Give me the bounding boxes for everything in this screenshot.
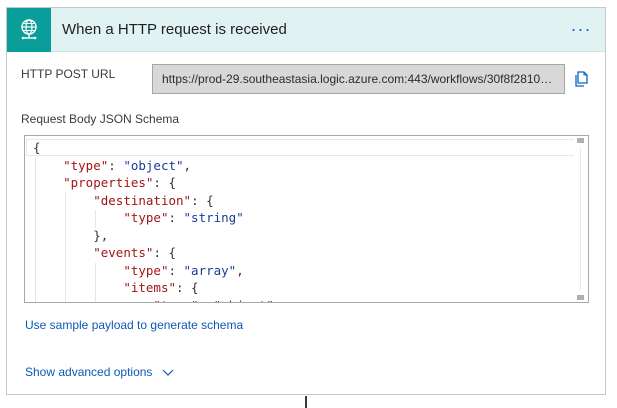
code-token: "type": [153, 298, 198, 303]
code-token: : {: [153, 175, 176, 190]
copy-url-button[interactable]: [572, 69, 592, 89]
schema-code-editor[interactable]: { "type": "object", "properties": { "des…: [24, 135, 589, 303]
code-token: "items": [123, 280, 176, 295]
code-line: "type": "object",: [33, 157, 281, 175]
scrollbar-track: [580, 148, 581, 290]
code-token: "properties": [63, 175, 154, 190]
code-token: : {: [153, 245, 177, 260]
code-token: "array": [183, 262, 237, 278]
code-line: "type": "string": [33, 209, 281, 227]
code-token: ,: [183, 157, 192, 173]
request-body-schema-label: Request Body JSON Schema: [21, 112, 180, 126]
code-token: "type": [123, 262, 169, 278]
code-line: "properties": {: [33, 174, 281, 192]
http-post-url-field[interactable]: https://prod-29.southeastasia.logic.azur…: [152, 64, 565, 94]
code-token: :: [168, 262, 184, 278]
code-token: : {: [191, 192, 214, 208]
code-token: :: [168, 210, 184, 225]
trigger-title: When a HTTP request is received: [62, 21, 287, 38]
code-token: "object": [123, 157, 184, 173]
code-line: "type": "object",: [33, 297, 282, 303]
trigger-icon-tile: [7, 8, 51, 52]
code-token: "type": [63, 157, 109, 173]
use-sample-payload-link[interactable]: Use sample payload to generate schema: [25, 318, 243, 332]
code-line: {: [33, 139, 281, 157]
scrollbar-bottom-marker: [577, 295, 584, 300]
chevron-down-icon: [163, 369, 174, 376]
http-trigger-card: When a HTTP request is received ··· HTTP…: [6, 7, 606, 395]
code-line: "items": {: [33, 279, 281, 297]
code-line: "destination": {: [33, 192, 281, 210]
code-token: "object": [214, 298, 274, 303]
flow-connector-line: [305, 396, 307, 408]
code-token: {: [33, 140, 41, 155]
code-token: :: [108, 157, 124, 173]
code-token: : {: [176, 280, 199, 295]
code-token: ,: [274, 298, 282, 303]
show-advanced-options-label: Show advanced options: [25, 365, 153, 379]
more-options-button[interactable]: ···: [567, 18, 595, 40]
code-line: "type": "array",: [33, 262, 281, 280]
scrollbar-top-marker: [577, 138, 584, 143]
http-post-url-label: HTTP POST URL: [21, 67, 116, 81]
copy-icon: [575, 71, 588, 87]
code-token: "string": [183, 210, 244, 225]
schema-code: { "type": "object", "properties": { "des…: [33, 139, 282, 303]
code-line: },: [33, 227, 281, 245]
code-token: :: [199, 298, 214, 303]
code-token: "type": [123, 210, 169, 225]
code-token: },: [33, 227, 109, 243]
code-token: "destination": [93, 192, 192, 208]
code-line: "events": {: [33, 244, 281, 262]
globe-network-icon: [21, 19, 37, 40]
code-token: "events": [93, 245, 154, 260]
code-token: ,: [236, 262, 244, 278]
editor-scrollbar[interactable]: [574, 136, 588, 302]
trigger-header[interactable]: When a HTTP request is received ···: [7, 8, 605, 52]
show-advanced-options-toggle[interactable]: Show advanced options: [25, 365, 175, 379]
